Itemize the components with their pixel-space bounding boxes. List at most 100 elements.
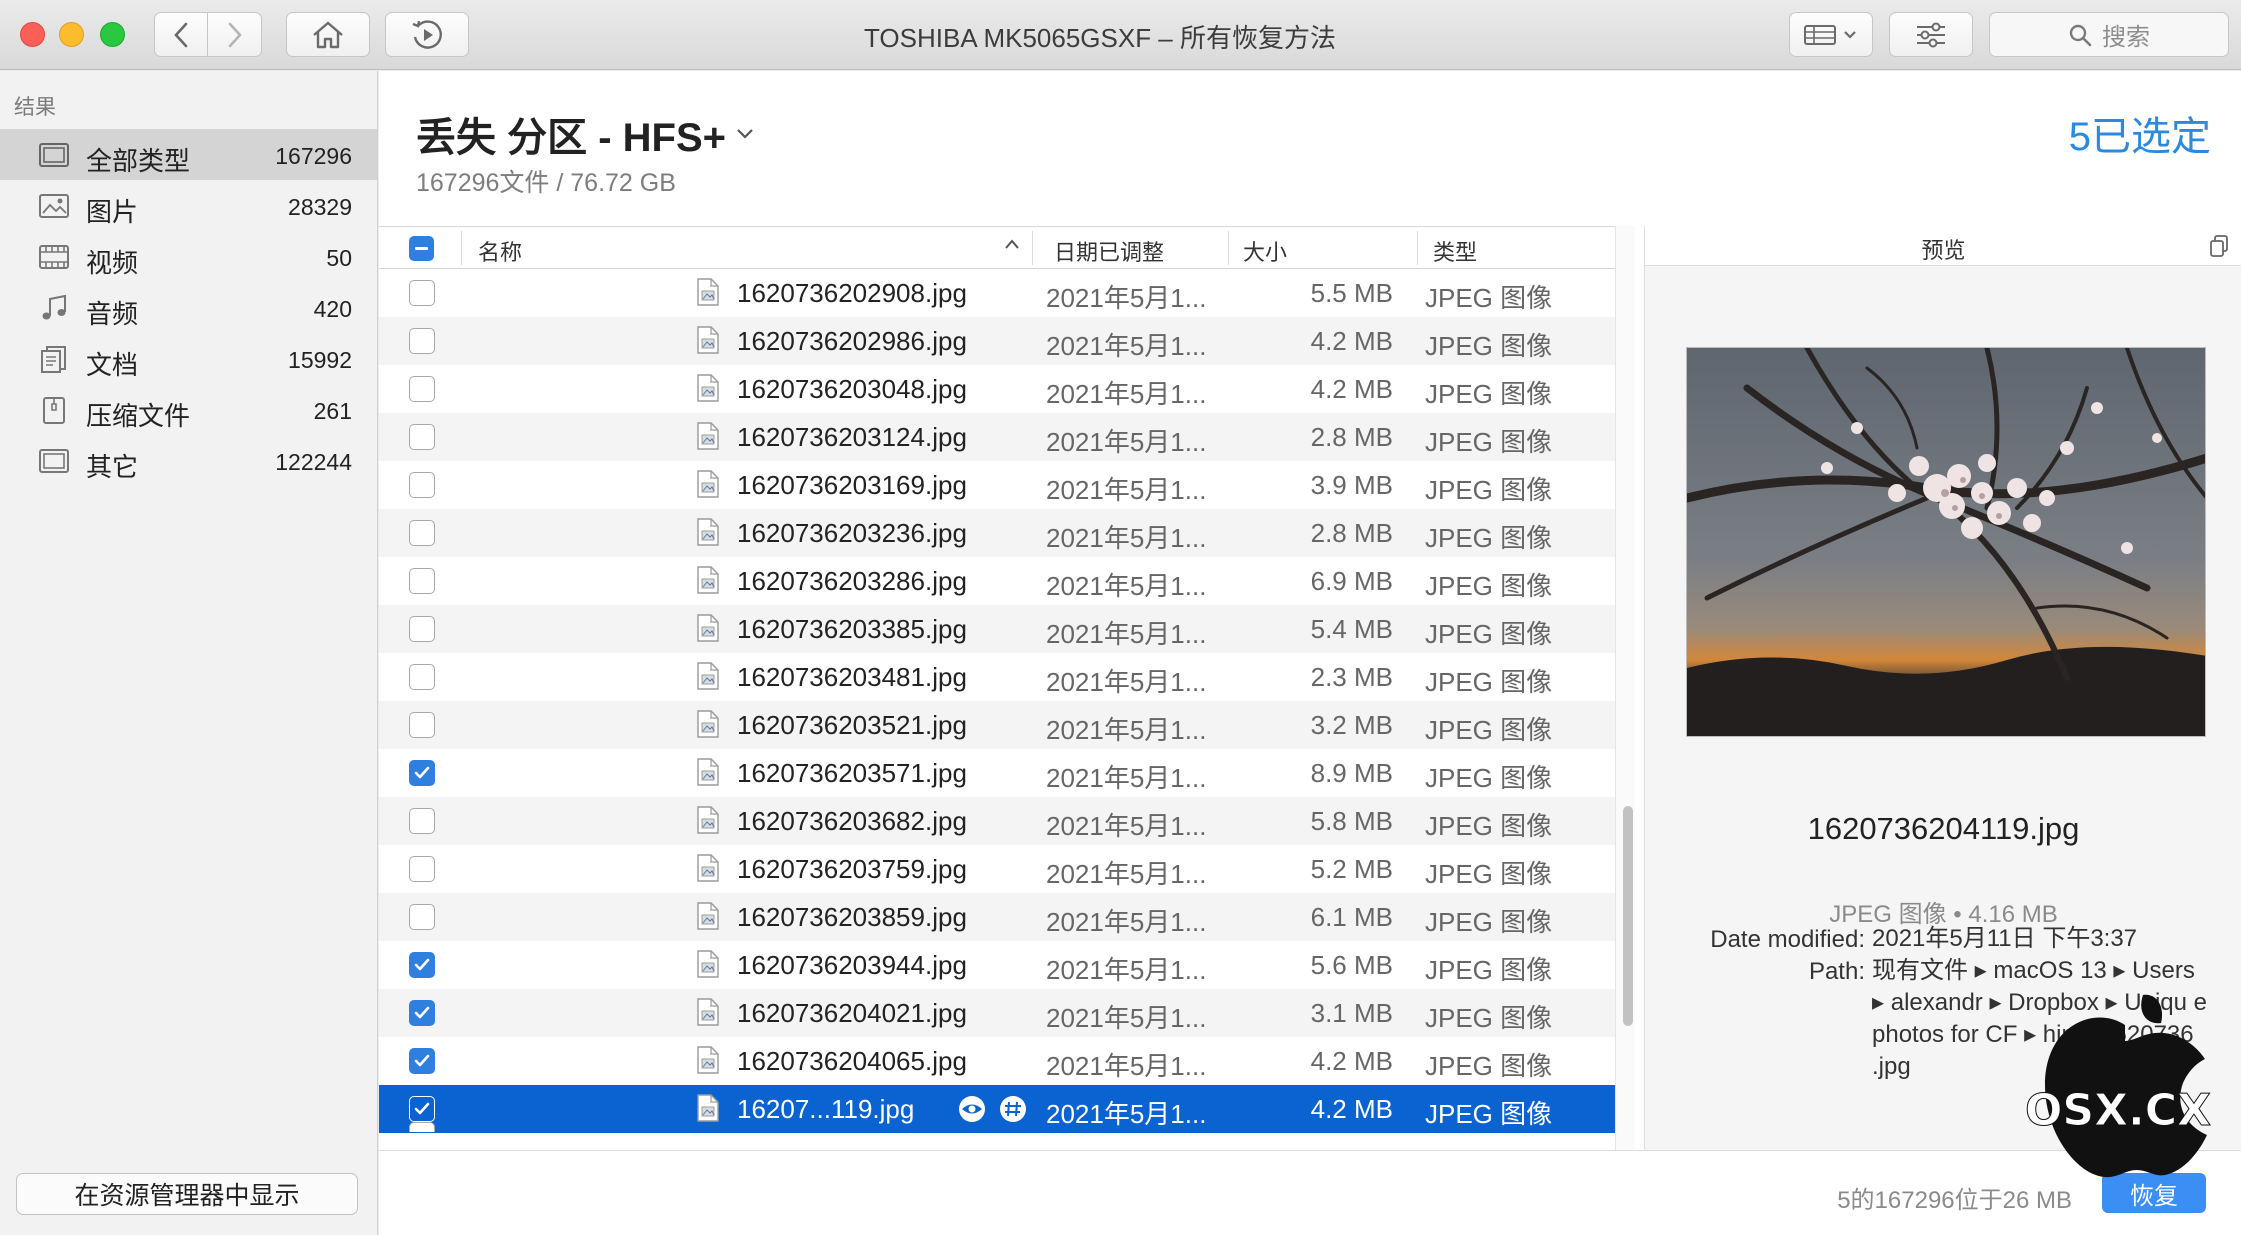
sidebar-item-other[interactable]: 其它 122244 <box>0 435 377 486</box>
hash-info-icon[interactable] <box>998 1095 1028 1123</box>
file-kind: JPEG 图像 <box>1425 1051 1553 1081</box>
row-checkbox[interactable] <box>409 1048 435 1074</box>
partition-summary: 167296文件 / 76.72 GB <box>416 169 676 197</box>
sort-ascending-icon[interactable] <box>1004 238 1020 250</box>
zoom-window-button[interactable] <box>100 22 125 47</box>
file-name: 1620736203759.jpg <box>737 854 967 884</box>
table-row[interactable]: 1620736203481.jpg 2021年5月1... 2.3 MB JPEG 图… <box>379 653 1615 701</box>
close-window-button[interactable] <box>20 22 45 47</box>
row-checkbox[interactable] <box>409 1096 435 1122</box>
table-row[interactable]: 1620736203124.jpg 2021年5月1... 2.8 MB JPEG 图… <box>379 413 1615 461</box>
column-name[interactable]: 名称 <box>478 235 522 267</box>
table-row[interactable]: 1620736203682.jpg 2021年5月1... 5.8 MB JPEG 图… <box>379 797 1615 845</box>
history-button[interactable] <box>385 12 469 57</box>
jpeg-file-icon <box>697 566 719 594</box>
file-size: 8.9 MB <box>1310 758 1393 788</box>
file-size: 4.2 MB <box>1310 374 1393 404</box>
jpeg-file-icon <box>697 998 719 1026</box>
row-checkbox[interactable] <box>409 808 435 834</box>
chevron-right-icon <box>228 22 242 47</box>
column-size[interactable]: 大小 <box>1243 235 1287 267</box>
row-checkbox[interactable] <box>409 472 435 498</box>
file-name: 1620736203169.jpg <box>737 470 967 500</box>
table-row[interactable]: 1620736203571.jpg 2021年5月1... 8.9 MB JPEG 图… <box>379 749 1615 797</box>
row-checkbox[interactable] <box>409 616 435 642</box>
row-checkbox[interactable] <box>409 520 435 546</box>
partition-title: 丢失 分区 - HFS+ <box>416 116 727 160</box>
file-kind: JPEG 图像 <box>1425 1003 1553 1033</box>
table-row[interactable]: 1620736203286.jpg 2021年5月1... 6.9 MB JPEG 图… <box>379 557 1615 605</box>
row-checkbox[interactable] <box>409 856 435 882</box>
table-row[interactable]: 1620736203048.jpg 2021年5月1... 4.2 MB JPEG 图… <box>379 365 1615 413</box>
table-row[interactable]: 1620736202908.jpg 2021年5月1... 5.5 MB JPEG 图… <box>379 269 1615 317</box>
sidebar-item-count: 167296 <box>275 143 352 169</box>
home-button[interactable] <box>286 12 370 57</box>
sidebar-item-pictures[interactable]: 图片 28329 <box>0 180 377 231</box>
table-row[interactable]: 1620736203236.jpg 2021年5月1... 2.8 MB JPEG 图… <box>379 509 1615 557</box>
file-date: 2021年5月1... <box>1046 427 1207 457</box>
selected-count[interactable]: 5已选定 <box>2069 104 2211 162</box>
row-checkbox[interactable] <box>409 712 435 738</box>
row-checkbox[interactable] <box>409 424 435 450</box>
file-name: 1620736203682.jpg <box>737 806 967 836</box>
table-row[interactable]: 1620736203521.jpg 2021年5月1... 3.2 MB JPEG 图… <box>379 701 1615 749</box>
table-row[interactable]: 1620736203944.jpg 2021年5月1... 5.6 MB JPEG 图… <box>379 941 1615 989</box>
sidebar-item-count: 28329 <box>288 194 352 220</box>
sidebar-item-audio[interactable]: 音频 420 <box>0 282 377 333</box>
file-kind: JPEG 图像 <box>1425 715 1553 745</box>
date-modified-label: Date modified: <box>1710 926 1865 953</box>
sidebar-item-label: 音频 <box>86 299 139 329</box>
minimize-window-button[interactable] <box>59 22 84 47</box>
row-checkbox[interactable] <box>409 376 435 402</box>
table-row[interactable]: 1620736204021.jpg 2021年5月1... 3.1 MB JPEG 图… <box>379 989 1615 1037</box>
sidebar-item-count: 261 <box>313 398 352 424</box>
row-checkbox[interactable] <box>409 1000 435 1026</box>
table-row[interactable]: 1620736203169.jpg 2021年5月1... 3.9 MB JPEG 图… <box>379 461 1615 509</box>
view-mode-button[interactable] <box>1789 12 1873 57</box>
row-checkbox[interactable] <box>409 328 435 354</box>
back-button[interactable] <box>154 12 208 57</box>
document-icon <box>41 346 66 373</box>
sidebar-item-label: 压缩文件 <box>86 401 191 431</box>
sidebar-heading: 结果 <box>14 96 56 119</box>
sidebar-item-archives[interactable]: 压缩文件 261 <box>0 384 377 435</box>
copy-icon[interactable] <box>2208 234 2230 258</box>
sidebar-item-documents[interactable]: 文档 15992 <box>0 333 377 384</box>
file-name: 1620736204021.jpg <box>737 998 967 1028</box>
table-scrollbar-thumb[interactable] <box>1623 806 1633 1026</box>
row-checkbox[interactable] <box>409 952 435 978</box>
forward-button[interactable] <box>208 12 262 57</box>
reveal-in-finder-button[interactable]: 在资源管理器中显示 <box>16 1173 358 1215</box>
quick-look-eye-icon[interactable] <box>957 1095 987 1123</box>
sidebar-item-all-types[interactable]: 全部类型 167296 <box>0 129 377 180</box>
table-row[interactable]: 1620736204065.jpg 2021年5月1... 4.2 MB JPEG 图… <box>379 1037 1615 1085</box>
file-name: 1620736204065.jpg <box>737 1046 967 1076</box>
filter-settings-button[interactable] <box>1889 12 1973 57</box>
row-checkbox[interactable] <box>409 280 435 306</box>
column-date[interactable]: 日期已调整 <box>1054 235 1164 267</box>
path-label: Path: <box>1808 958 1865 985</box>
jpeg-file-icon <box>697 710 719 738</box>
select-all-checkbox[interactable] <box>409 236 434 261</box>
file-date: 2021年5月1... <box>1046 619 1207 649</box>
file-name: 1620736203286.jpg <box>737 566 967 596</box>
checkmark-icon <box>414 1054 430 1067</box>
table-row[interactable]: 1620736203759.jpg 2021年5月1... 5.2 MB JPEG 图… <box>379 845 1615 893</box>
sidebar-item-label: 图片 <box>86 197 139 227</box>
file-date: 2021年5月1... <box>1046 859 1207 889</box>
row-checkbox[interactable] <box>409 568 435 594</box>
recover-button[interactable]: 恢复 <box>2102 1173 2206 1213</box>
row-checkbox[interactable] <box>409 904 435 930</box>
table-row[interactable]: 1620736203859.jpg 2021年5月1... 6.1 MB JPEG 图… <box>379 893 1615 941</box>
partition-selector[interactable]: 丢失 分区 - HFS+ <box>416 105 754 163</box>
file-size: 4.2 MB <box>1310 326 1393 356</box>
row-checkbox[interactable] <box>409 664 435 690</box>
column-kind[interactable]: 类型 <box>1433 235 1477 267</box>
sidebar-item-video[interactable]: 视频 50 <box>0 231 377 282</box>
row-checkbox[interactable] <box>409 760 435 786</box>
search-input[interactable]: 搜索 <box>1989 12 2229 57</box>
table-row[interactable]: 1620736203385.jpg 2021年5月1... 5.4 MB JPEG 图… <box>379 605 1615 653</box>
table-row[interactable]: 1620736202986.jpg 2021年5月1... 4.2 MB JPEG 图… <box>379 317 1615 365</box>
home-icon <box>313 21 343 48</box>
file-name: 1620736203571.jpg <box>737 758 967 788</box>
